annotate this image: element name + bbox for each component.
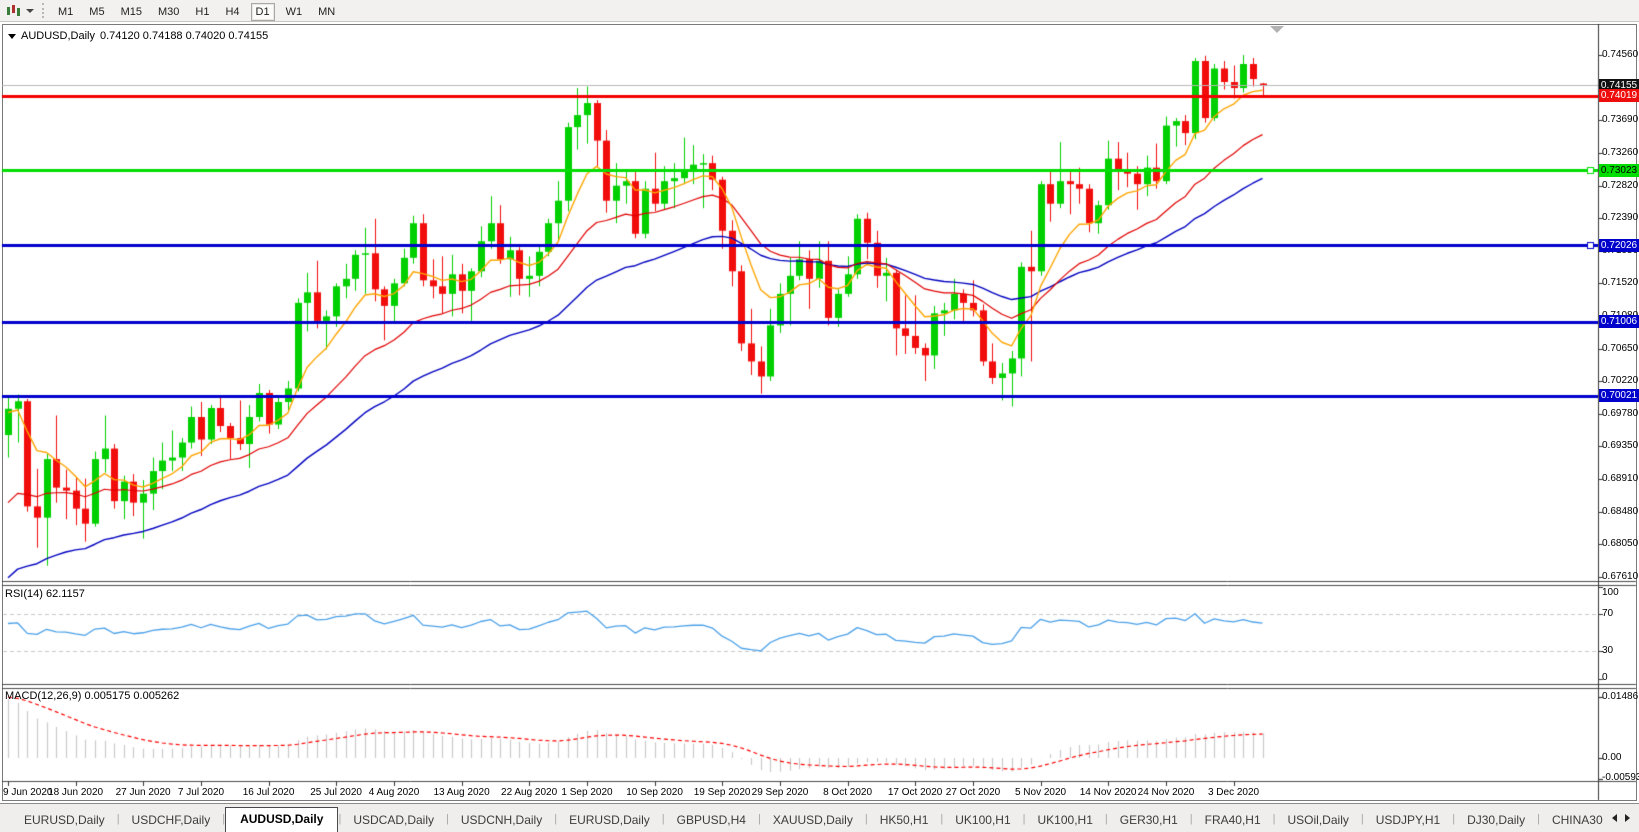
level-price-badge: 0.72026	[1599, 238, 1639, 252]
date-axis-label: 27 Jun 2020	[115, 787, 171, 798]
level-price-badge: 0.73023	[1599, 163, 1639, 177]
chart-tab-hk50-h1[interactable]: HK50,H1	[868, 809, 941, 832]
price-axis-label: 0.68480	[1602, 505, 1639, 517]
date-axis-label: 14 Nov 2020	[1079, 787, 1137, 798]
date-axis-label: 7 Jul 2020	[177, 787, 225, 798]
chart-tab-uk100-h1[interactable]: UK100,H1	[1026, 809, 1105, 832]
date-axis-label: 4 Aug 2020	[368, 787, 420, 798]
timeframe-button-w1[interactable]: W1	[281, 3, 308, 21]
level-price-badge: 0.71006	[1599, 315, 1639, 329]
macd-scale-label: 0.00	[1602, 752, 1622, 763]
date-axis-label: 1 Sep 2020	[561, 787, 613, 798]
tab-scroll-right-icon[interactable]	[1625, 814, 1631, 822]
date-axis-label: 22 Aug 2020	[501, 787, 558, 798]
tab-scroll-buttons	[1603, 804, 1639, 832]
date-axis-label: 17 Oct 2020	[887, 787, 943, 798]
timeframe-button-m5[interactable]: M5	[84, 3, 109, 21]
chart-tab-gbpusd-h4[interactable]: GBPUSD,H4	[665, 809, 758, 832]
chart-tab-usoil-daily[interactable]: USOil,Daily	[1276, 809, 1361, 832]
date-axis-label: 19 Sep 2020	[693, 787, 751, 798]
timeframe-button-m1[interactable]: M1	[53, 3, 78, 21]
timeframe-button-d1[interactable]: D1	[250, 2, 275, 21]
timeframe-button-h4[interactable]: H4	[220, 3, 244, 21]
chart-tab-ger30-h1[interactable]: GER30,H1	[1108, 809, 1190, 832]
date-axis-label: 5 Nov 2020	[1014, 787, 1067, 798]
timeframe-button-m30[interactable]: M30	[153, 3, 184, 21]
chart-tab-usdchf-daily[interactable]: USDCHF,Daily	[120, 809, 223, 832]
price-axis-label: 0.69780	[1602, 408, 1639, 420]
price-axis-label: 0.72390	[1602, 211, 1639, 223]
level-price-badge: 0.74019	[1599, 89, 1639, 103]
rsi-scale-label: 0	[1602, 672, 1608, 683]
chart-title: AUDUSD,Daily 0.74120 0.74188 0.74020 0.7…	[8, 30, 268, 42]
toolbar-grip[interactable]	[42, 3, 44, 18]
price-axis-label: 0.72820	[1602, 179, 1639, 191]
date-axis-label: 24 Nov 2020	[1137, 787, 1195, 798]
price-axis-label: 0.70220	[1602, 374, 1639, 386]
price-axis-label: 0.73690	[1602, 114, 1639, 126]
level-price-badge: 0.70021	[1599, 389, 1639, 403]
date-axis-label: 3 Dec 2020	[1207, 787, 1260, 798]
chart-type-dropdown-icon[interactable]	[26, 8, 34, 13]
timeframe-button-mn[interactable]: MN	[313, 3, 340, 21]
chart-tab-eurusd-daily[interactable]: EURUSD,Daily	[557, 809, 662, 832]
chart-ohlc-label: 0.74120 0.74188 0.74020 0.74155	[99, 30, 269, 42]
trading-platform-window: M1 M5 M15 M30 H1 H4 D1 W1 MN AUDUSD,Daily 0.7412…	[0, 0, 1639, 832]
timeframe-button-m15[interactable]: M15	[116, 3, 147, 21]
date-axis-label: 18 Jun 2020	[48, 787, 104, 798]
price-axis-label: 0.68050	[1602, 537, 1639, 549]
macd-scale-label: 0.014861	[1602, 690, 1639, 702]
chart-tab-fra40-h1[interactable]: FRA40,H1	[1193, 809, 1273, 832]
chart-tab-audusd-daily[interactable]: AUDUSD,Daily	[225, 807, 339, 832]
date-axis-label: 29 Sep 2020	[751, 787, 809, 798]
chart-tab-dj30-daily[interactable]: DJ30,Daily	[1455, 809, 1537, 832]
date-axis-label: 16 Jul 2020	[242, 787, 295, 798]
chart-tab-usdcnh-daily[interactable]: USDCNH,Daily	[449, 809, 554, 832]
chart-tab-eurusd-daily[interactable]: EURUSD,Daily	[12, 809, 117, 832]
chart-tab-usdjpy-h1[interactable]: USDJPY,H1	[1364, 809, 1452, 832]
timeframe-toolbar: M1 M5 M15 M30 H1 H4 D1 W1 MN	[0, 0, 1639, 22]
rsi-scale-label: 30	[1602, 645, 1614, 657]
rsi-scale-label: 70	[1602, 608, 1614, 620]
chart-tab-xauusd-daily[interactable]: XAUUSD,Daily	[761, 809, 865, 832]
timeframe-buttons: M1 M5 M15 M30 H1 H4 D1 W1 MN	[50, 2, 343, 21]
rsi-indicator-label: RSI(14) 62.1157	[5, 588, 85, 600]
macd-scale-label: -0.005938	[1602, 772, 1639, 784]
price-axis-label: 0.71520	[1602, 277, 1639, 289]
rsi-scale-label: 100	[1602, 587, 1619, 598]
date-axis-label: 25 Jul 2020	[310, 787, 362, 798]
chart-tab-bar: EURUSD,Daily | USDCHF,Daily | AUDUSD,Daily | U…	[0, 803, 1639, 832]
timeframe-button-h1[interactable]: H1	[190, 3, 214, 21]
date-axis-label: 9 Jun 2020	[3, 787, 53, 798]
price-chart-canvas[interactable]	[0, 0, 1639, 832]
price-axis-label: 0.68910	[1602, 473, 1639, 485]
price-axis-label: 0.74560	[1602, 49, 1639, 60]
chart-tabs: EURUSD,Daily | USDCHF,Daily | AUDUSD,Daily | U…	[0, 804, 1639, 832]
tab-scroll-left-icon[interactable]	[1611, 814, 1617, 822]
date-axis-label: 10 Sep 2020	[626, 787, 683, 798]
macd-indicator-label: MACD(12,26,9) 0.005175 0.005262	[5, 690, 180, 702]
price-axis-label: 0.69350	[1602, 440, 1639, 452]
date-axis-label: 8 Oct 2020	[823, 787, 873, 798]
date-axis-label: 13 Aug 2020	[433, 787, 490, 798]
price-axis-label: 0.67610	[1602, 571, 1639, 582]
symbol-dropdown-icon[interactable]	[8, 33, 16, 39]
price-axis-label: 0.73260	[1602, 146, 1639, 158]
price-axis-label: 0.70650	[1602, 342, 1639, 354]
chart-tab-usdcad-daily[interactable]: USDCAD,Daily	[341, 809, 446, 832]
chart-shift-marker-icon[interactable]	[1270, 26, 1284, 33]
chart-symbol-label: AUDUSD,Daily	[21, 30, 95, 42]
chart-tab-uk100-h1[interactable]: UK100,H1	[943, 809, 1022, 832]
chart-type-icon[interactable]	[5, 3, 23, 18]
date-axis-label: 27 Oct 2020	[945, 787, 1001, 798]
